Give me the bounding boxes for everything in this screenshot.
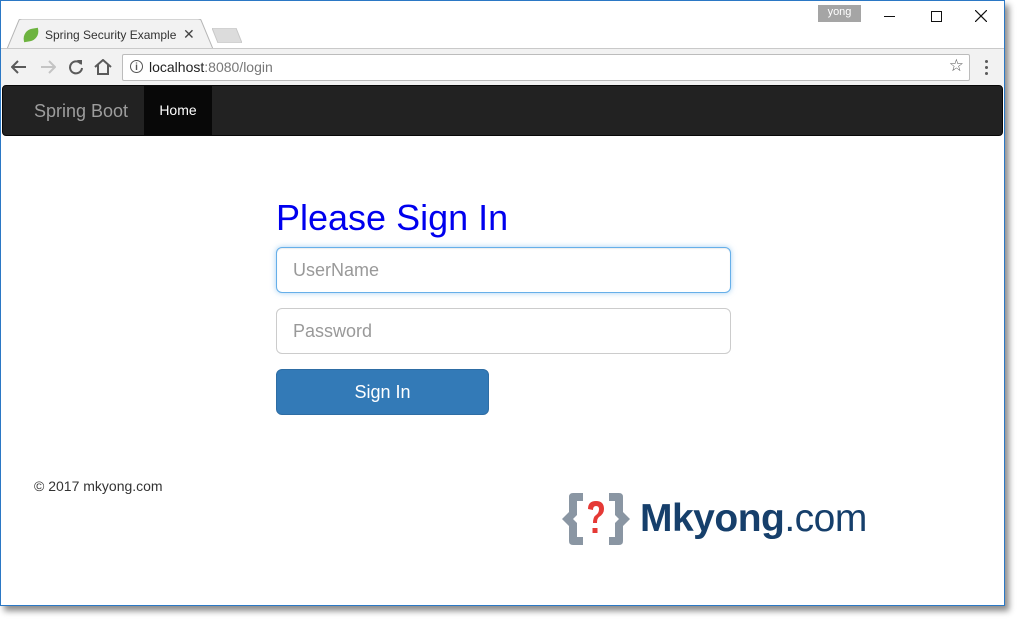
- maximize-icon: [930, 10, 942, 22]
- back-button[interactable]: [9, 57, 29, 77]
- browser-toolbar: i localhost:8080/login ☆: [1, 48, 1004, 86]
- url-path: :8080/login: [204, 59, 273, 75]
- minimize-button[interactable]: [867, 5, 911, 27]
- close-window-button[interactable]: [959, 5, 1003, 27]
- bookmark-star-icon[interactable]: ☆: [949, 56, 964, 76]
- navbar: Spring Boot Home: [2, 85, 1003, 136]
- logo-name: Mkyong: [640, 497, 785, 540]
- info-icon[interactable]: i: [130, 60, 143, 73]
- home-button[interactable]: [93, 57, 113, 77]
- menu-dot: [984, 65, 988, 69]
- arrow-left-icon: [11, 60, 26, 74]
- home-icon: [94, 59, 112, 75]
- logo-text: Mkyong.com: [640, 497, 867, 541]
- arrow-right-icon: [41, 60, 56, 74]
- address-bar[interactable]: i localhost:8080/login ☆: [122, 54, 970, 81]
- logo-domain: .com: [784, 497, 867, 540]
- tab-content: Spring Security Example: [22, 25, 177, 45]
- url-text[interactable]: localhost:8080/login: [149, 59, 273, 75]
- spring-leaf-icon: [22, 27, 40, 43]
- tab-title: Spring Security Example: [45, 28, 177, 42]
- close-icon: [975, 10, 987, 22]
- navbar-brand[interactable]: Spring Boot: [34, 101, 128, 122]
- forward-button[interactable]: [38, 57, 58, 77]
- sign-in-button[interactable]: Sign In: [276, 369, 489, 415]
- password-input[interactable]: [276, 308, 731, 354]
- page-title: Please Sign In: [276, 197, 509, 238]
- logo-question-icon: [562, 493, 630, 545]
- mkyong-logo: Mkyong.com: [561, 490, 867, 548]
- browser-menu-button[interactable]: [978, 57, 994, 77]
- maximize-button[interactable]: [914, 5, 958, 27]
- nav-item-home[interactable]: Home: [144, 86, 212, 135]
- new-tab-button[interactable]: [212, 28, 242, 43]
- username-input[interactable]: [276, 247, 731, 293]
- profile-badge[interactable]: yong: [818, 5, 861, 22]
- menu-dot: [984, 71, 988, 75]
- reload-icon: [69, 60, 83, 75]
- browser-window: Spring Security Example ✕ yong i localho…: [0, 0, 1005, 606]
- minimize-icon: [883, 15, 895, 17]
- reload-button[interactable]: [66, 57, 86, 77]
- footer-copyright: © 2017 mkyong.com: [34, 478, 163, 494]
- url-host: localhost: [149, 59, 205, 75]
- title-bar: Spring Security Example ✕ yong: [1, 1, 1004, 49]
- tab-close-icon[interactable]: ✕: [183, 26, 195, 43]
- menu-dot: [984, 59, 988, 63]
